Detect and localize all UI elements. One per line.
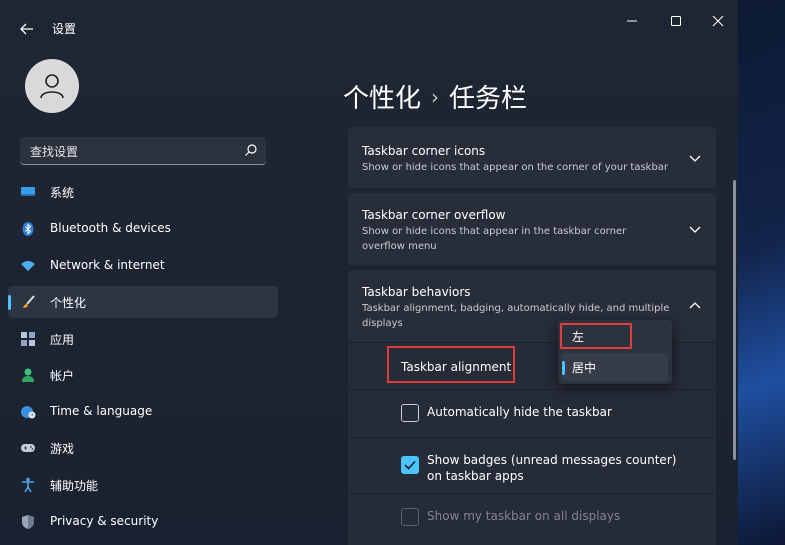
highlight-box	[560, 323, 632, 349]
accessibility-icon	[22, 477, 34, 493]
card-title: Taskbar corner overflow	[362, 208, 506, 222]
breadcrumb-parent[interactable]: 个性化	[343, 84, 421, 114]
auto-hide-label: Automatically hide the taskbar	[427, 405, 612, 419]
auto-hide-checkbox[interactable]	[401, 404, 419, 422]
maximize-icon	[671, 16, 681, 26]
show-badges-checkbox[interactable]	[401, 456, 419, 474]
sidebar-item-label: 帐户	[50, 369, 75, 383]
sidebar-item-bluetooth[interactable]: Bluetooth & devices	[8, 213, 278, 245]
minimize-button[interactable]	[612, 8, 652, 34]
breadcrumb: 个性化 › 任务栏	[343, 78, 527, 115]
minimize-icon	[627, 20, 637, 22]
search-input[interactable]: 查找设置	[30, 143, 78, 160]
arrow-left-icon	[20, 23, 33, 35]
sidebar-item-label: 个性化	[50, 296, 87, 310]
card-title: Taskbar behaviors	[362, 285, 471, 299]
card-title: Taskbar corner icons	[362, 144, 486, 158]
search-icon	[245, 144, 257, 156]
sidebar-item-accounts[interactable]: 帐户	[8, 359, 278, 391]
sidebar-item-network[interactable]: Network & internet	[8, 250, 278, 282]
user-icon	[40, 74, 64, 99]
maximize-button[interactable]	[656, 8, 696, 34]
page-title: 任务栏	[449, 84, 528, 114]
sidebar-item-label: Bluetooth & devices	[50, 221, 171, 235]
apps-icon	[21, 332, 35, 346]
card-description: Show or hide icons that appear on the co…	[362, 162, 669, 173]
monitor-icon	[21, 187, 35, 196]
desktop-background	[738, 0, 785, 545]
sidebar-item-label: 应用	[50, 333, 75, 347]
sidebar-item-label: Network & internet	[50, 258, 165, 272]
scrollbar[interactable]	[733, 180, 736, 460]
close-icon	[712, 15, 724, 27]
sidebar-item-label: 系统	[50, 186, 75, 200]
globe-clock-icon	[21, 406, 36, 419]
breadcrumb-separator: ›	[431, 85, 440, 109]
wifi-icon	[21, 261, 35, 271]
checkmark-icon	[404, 460, 416, 470]
back-button[interactable]	[14, 16, 40, 42]
settings-window: 设置 查找设置 系统 Bluetooth & devices Network &…	[0, 0, 738, 545]
sidebar-item-label: 辅助功能	[50, 479, 99, 493]
card-description: Show or hide icons that appear in the ta…	[362, 226, 627, 252]
card-taskbar-corner-overflow[interactable]: Taskbar corner overflow Show or hide ico…	[348, 193, 716, 265]
sidebar-item-personalization[interactable]: 个性化	[8, 286, 278, 318]
search-box[interactable]: 查找设置	[20, 137, 266, 165]
bluetooth-icon	[22, 222, 34, 236]
taskbar-alignment-label: Taskbar alignment	[401, 360, 512, 374]
sidebar-item-label: 游戏	[50, 442, 75, 456]
alignment-option-center[interactable]: 居中	[562, 353, 668, 381]
chevron-down-icon	[689, 155, 701, 162]
sidebar-item-label: Time & language	[50, 404, 153, 418]
sidebar-item-privacy[interactable]: Privacy & security	[8, 506, 278, 538]
card-taskbar-corner-icons[interactable]: Taskbar corner icons Show or hide icons …	[348, 127, 716, 188]
all-displays-label: Show my taskbar on all displays	[427, 509, 621, 523]
gamepad-icon	[21, 444, 35, 452]
option-label: 居中	[572, 361, 597, 375]
sidebar-item-system[interactable]: 系统	[8, 176, 278, 208]
all-displays-checkbox[interactable]	[401, 508, 419, 526]
person-icon	[22, 368, 34, 382]
avatar[interactable]	[25, 59, 79, 113]
show-badges-label-line2: on taskbar apps	[427, 469, 524, 483]
sidebar-item-label: Privacy & security	[50, 514, 159, 528]
sidebar-item-time-language[interactable]: Time & language	[8, 396, 278, 428]
title-bar: 设置	[0, 0, 738, 48]
close-button[interactable]	[698, 8, 738, 34]
brush-icon	[23, 295, 35, 308]
chevron-up-icon	[689, 302, 701, 309]
sidebar-item-accessibility[interactable]: 辅助功能	[8, 469, 278, 501]
sidebar-item-apps[interactable]: 应用	[8, 323, 278, 355]
show-badges-label-line1: Show badges (unread messages counter)	[427, 453, 677, 467]
shield-icon	[22, 515, 34, 529]
sidebar-item-gaming[interactable]: 游戏	[8, 432, 278, 464]
chevron-down-icon	[689, 226, 701, 233]
app-title: 设置	[52, 22, 77, 36]
